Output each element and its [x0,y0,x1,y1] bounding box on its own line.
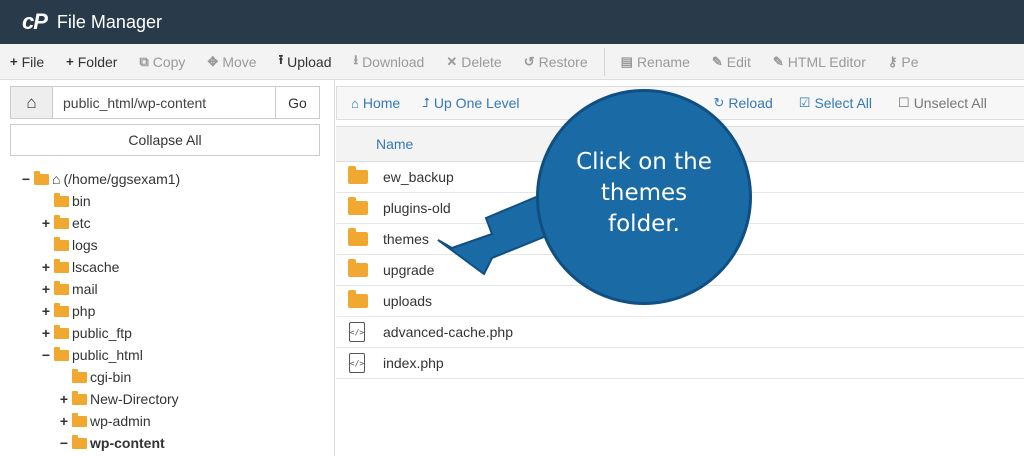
callout-bubble: Click on the themes folder. [536,89,752,305]
callout-text: Click on the themes folder. [576,148,712,237]
callout-arrow [437,190,558,276]
